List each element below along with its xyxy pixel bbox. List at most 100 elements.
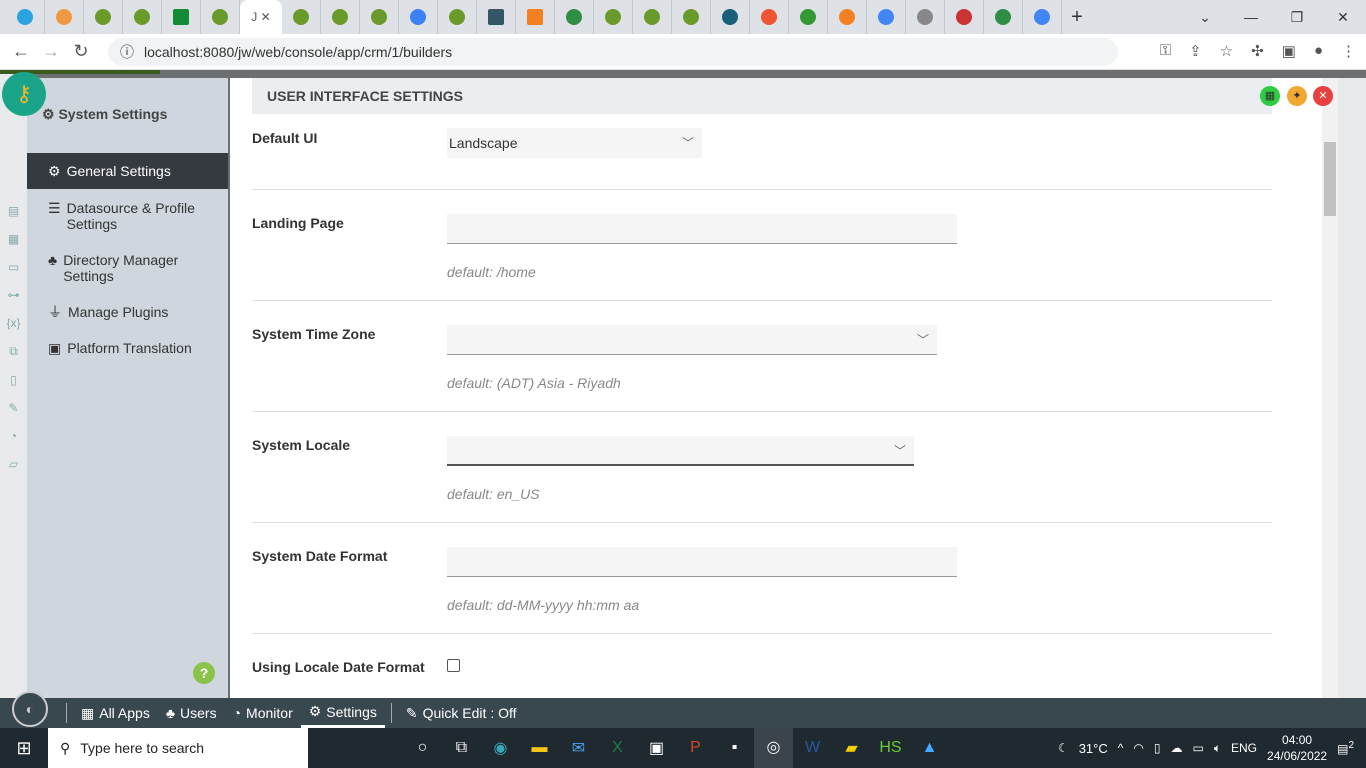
translate-icon[interactable]: ⧉ xyxy=(0,344,27,359)
photos-icon[interactable]: ▲ xyxy=(910,739,949,757)
powerpoint-icon[interactable]: P xyxy=(676,739,715,757)
tab[interactable] xyxy=(711,0,750,34)
tab[interactable] xyxy=(282,0,321,34)
pin-button[interactable]: ✦ xyxy=(1287,86,1307,106)
hs-app-icon[interactable]: HS xyxy=(871,739,910,757)
sticky-notes-icon[interactable]: ▰ xyxy=(832,738,871,758)
date-format-input[interactable] xyxy=(447,547,957,577)
battery-icon[interactable]: ▭ xyxy=(1192,741,1203,755)
weather-icon[interactable]: ☾ xyxy=(1058,741,1069,755)
locale-select[interactable]: ﹀ xyxy=(447,436,914,466)
plugin-icon[interactable]: ✎ xyxy=(0,401,27,415)
close-tab-icon[interactable]: ✕ xyxy=(261,10,271,24)
flow-icon[interactable]: ⊶ xyxy=(0,288,27,302)
mail-icon[interactable]: ✉ xyxy=(559,738,598,758)
landing-page-input[interactable] xyxy=(447,214,957,244)
tab[interactable] xyxy=(906,0,945,34)
grid-icon[interactable]: ▦ xyxy=(0,232,27,246)
edge-icon[interactable]: ◉ xyxy=(481,738,520,758)
chrome-icon[interactable]: ◎ xyxy=(754,728,793,768)
tab[interactable] xyxy=(867,0,906,34)
tab[interactable] xyxy=(594,0,633,34)
file-explorer-icon[interactable]: ▬ xyxy=(520,739,559,757)
share-icon[interactable]: ⇪ xyxy=(1189,42,1202,60)
key-button[interactable]: ⚷ xyxy=(2,72,46,116)
variable-icon[interactable]: {x} xyxy=(0,316,27,330)
document-icon[interactable]: ▤ xyxy=(0,204,27,218)
users-button[interactable]: ♣ Users xyxy=(158,698,225,728)
help-button[interactable]: ? xyxy=(193,662,215,684)
language-indicator[interactable]: ENG xyxy=(1231,741,1257,755)
tab[interactable] xyxy=(477,0,516,34)
restore-button[interactable]: ❐ xyxy=(1274,9,1320,26)
tab[interactable] xyxy=(162,0,201,34)
task-view-icon[interactable]: ⧉ xyxy=(442,739,481,757)
tab[interactable] xyxy=(6,0,45,34)
tab[interactable] xyxy=(45,0,84,34)
tab[interactable] xyxy=(672,0,711,34)
word-icon[interactable]: W xyxy=(793,739,832,757)
tab-active[interactable]: J ✕ xyxy=(240,0,282,34)
weather-temp[interactable]: 31°C xyxy=(1079,741,1108,756)
tab[interactable] xyxy=(360,0,399,34)
close-window-button[interactable]: ✕ xyxy=(1320,9,1366,26)
settings-button[interactable]: ⚙ Settings xyxy=(300,698,385,728)
tab[interactable] xyxy=(399,0,438,34)
default-ui-select[interactable]: Landscape ﹀ xyxy=(447,128,702,158)
notifications-icon[interactable]: ▤2 xyxy=(1337,740,1354,756)
volume-icon[interactable]: 🔈︎ xyxy=(1214,741,1221,756)
locale-date-format-checkbox[interactable] xyxy=(447,659,460,672)
wifi-icon[interactable]: ◠ xyxy=(1133,741,1143,755)
tab[interactable] xyxy=(516,0,555,34)
quick-edit-toggle[interactable]: ✎ Quick Edit : Off xyxy=(398,698,525,728)
tab[interactable] xyxy=(123,0,162,34)
taskbar-search[interactable]: ⚲ Type here to search xyxy=(48,728,308,768)
excel-icon[interactable]: X xyxy=(598,739,637,757)
meet-icon[interactable]: ▯ xyxy=(1154,741,1161,755)
minimize-button[interactable]: — xyxy=(1228,9,1274,25)
file-icon[interactable]: ▯ xyxy=(0,373,27,387)
calculator-button[interactable]: ▦ xyxy=(1260,86,1280,106)
monitor-button[interactable]: ◔ Monitor xyxy=(225,698,301,728)
tab[interactable] xyxy=(438,0,477,34)
sidebar-item-platform-translation[interactable]: ▣ Platform Translation xyxy=(27,340,228,356)
tab-search-icon[interactable]: ⌄ xyxy=(1182,9,1228,26)
key-icon[interactable]: ⚿ xyxy=(1160,42,1171,60)
windows-start-button[interactable]: ⊞ xyxy=(0,738,48,759)
extensions-icon[interactable]: ✣ xyxy=(1251,42,1264,60)
sidebar-item-datasource[interactable]: ☰ Datasource & Profile Settings xyxy=(27,200,228,232)
scrollbar-thumb[interactable] xyxy=(1324,142,1336,216)
sidepanel-icon[interactable]: ▣ xyxy=(1282,42,1296,60)
all-apps-button[interactable]: ▦ All Apps xyxy=(73,698,158,728)
tab[interactable] xyxy=(789,0,828,34)
monitor-icon[interactable]: ▭ xyxy=(0,260,27,274)
tab[interactable] xyxy=(201,0,240,34)
forward-button[interactable]: → xyxy=(36,41,66,62)
tab[interactable] xyxy=(1023,0,1062,34)
tab[interactable] xyxy=(633,0,672,34)
back-button[interactable]: ← xyxy=(6,41,36,62)
gauge-icon[interactable]: ◔ xyxy=(0,429,27,443)
sidebar-item-directory-manager[interactable]: ♣ Directory Manager Settings xyxy=(27,252,228,284)
bookmark-star-icon[interactable]: ☆ xyxy=(1220,42,1233,60)
sidebar-item-general-settings[interactable]: ⚙ General Settings xyxy=(27,153,228,189)
onedrive-icon[interactable]: ☁ xyxy=(1170,741,1182,755)
tab[interactable] xyxy=(321,0,360,34)
sidebar-item-manage-plugins[interactable]: ⏚ Manage Plugins xyxy=(27,304,228,320)
tab[interactable] xyxy=(828,0,867,34)
notes-icon[interactable]: ▱ xyxy=(0,457,27,471)
new-tab-button[interactable]: + xyxy=(1062,6,1092,29)
joget-logo[interactable]: ◐ xyxy=(12,691,48,727)
time-zone-select[interactable]: ﹀ xyxy=(447,325,937,355)
profile-avatar[interactable]: ● xyxy=(1314,42,1323,60)
tab[interactable] xyxy=(984,0,1023,34)
clock[interactable]: 04:00 24/06/2022 xyxy=(1267,732,1327,764)
tray-chevron-icon[interactable]: ^ xyxy=(1118,741,1124,755)
content-scrollbar[interactable] xyxy=(1322,78,1338,698)
url-input[interactable]: ⓘ localhost:8080/jw/web/console/app/crm/1… xyxy=(108,38,1118,66)
cortana-icon[interactable]: ○ xyxy=(403,739,442,757)
menu-icon[interactable]: ⋮ xyxy=(1341,42,1356,60)
tab[interactable] xyxy=(945,0,984,34)
tab[interactable] xyxy=(750,0,789,34)
reload-button[interactable]: ↻ xyxy=(66,41,96,62)
